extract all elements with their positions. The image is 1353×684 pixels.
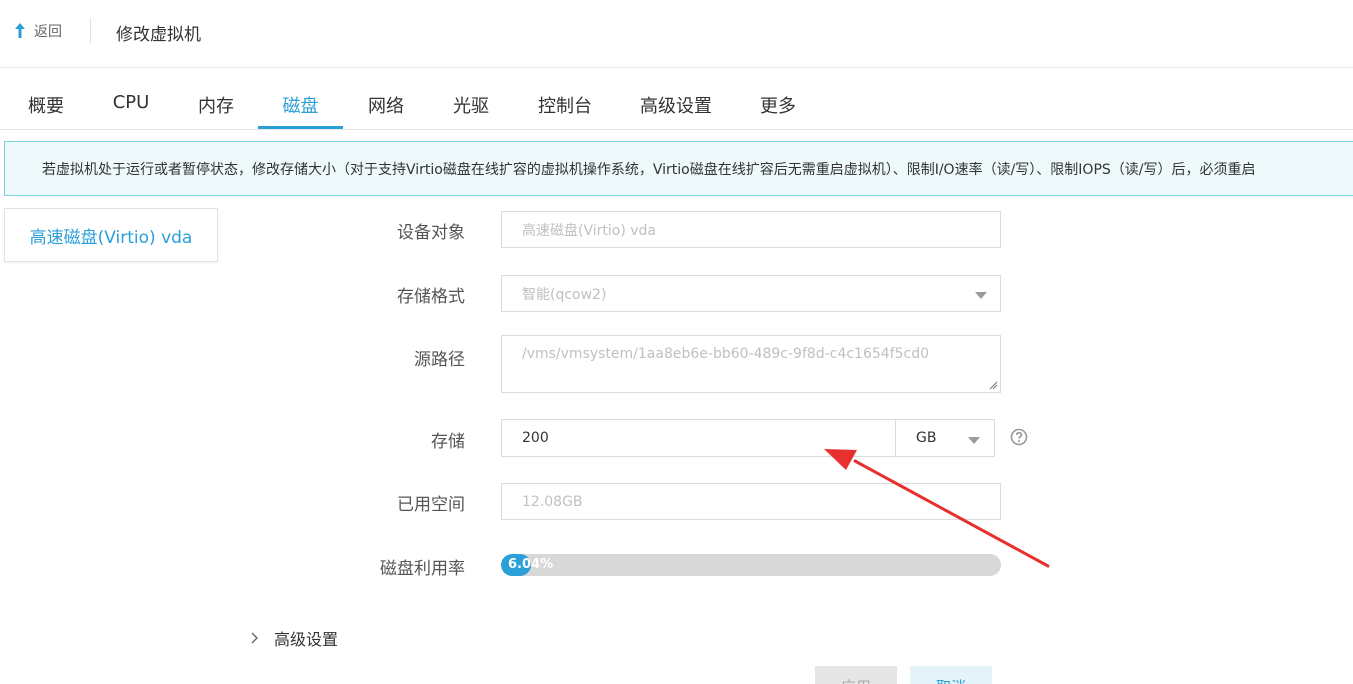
tab-console[interactable]: 控制台 xyxy=(532,92,598,130)
tab-more[interactable]: 更多 xyxy=(754,92,802,130)
tab-advanced[interactable]: 高级设置 xyxy=(634,92,718,130)
used-field: 12.08GB xyxy=(501,483,1001,520)
back-label: 返回 xyxy=(34,24,62,40)
source-textarea: /vms/vmsystem/1aa8eb6e-bb60-489c-9f8d-c4… xyxy=(501,335,1001,393)
arrow-up-back-icon xyxy=(15,23,25,38)
storage-label: 存储 xyxy=(431,432,465,452)
format-label: 存储格式 xyxy=(397,287,465,307)
page-title: 修改虚拟机 xyxy=(116,25,201,45)
usage-label: 磁盘利用率 xyxy=(380,559,465,579)
apply-button[interactable]: 应用 xyxy=(815,666,897,684)
cancel-button[interactable]: 取消 xyxy=(910,666,992,684)
active-tab-indicator xyxy=(258,126,343,129)
question-circle-icon[interactable] xyxy=(1010,428,1028,446)
disk-list-item[interactable]: 高速磁盘(Virtio) vda xyxy=(4,208,218,262)
tab-memory[interactable]: 内存 xyxy=(192,92,240,130)
caret-down-icon xyxy=(975,292,987,299)
tab-network[interactable]: 网络 xyxy=(362,92,410,130)
device-field: 高速磁盘(Virtio) vda xyxy=(501,211,1001,248)
tab-disk[interactable]: 磁盘 xyxy=(258,92,343,130)
chevron-right-icon xyxy=(251,632,258,644)
used-value: 12.08GB xyxy=(522,493,583,510)
header-divider xyxy=(90,18,91,44)
storage-size-input[interactable]: 200 xyxy=(501,419,896,457)
caret-down-icon xyxy=(968,437,980,444)
advanced-settings-label: 高级设置 xyxy=(274,630,339,649)
tab-cpu[interactable]: CPU xyxy=(106,92,156,130)
tab-bar: 概要 CPU 内存 磁盘 网络 光驱 控制台 高级设置 更多 xyxy=(0,68,1353,130)
storage-size-value: 200 xyxy=(522,430,549,446)
tab-overview[interactable]: 概要 xyxy=(22,92,70,130)
notice-text: 若虚拟机处于运行或者暂停状态，修改存储大小（对于支持Virtio磁盘在线扩容的虚… xyxy=(42,162,1256,178)
advanced-settings-toggle[interactable]: 高级设置 xyxy=(250,626,338,650)
device-label: 设备对象 xyxy=(397,223,465,243)
back-link[interactable]: 返回 xyxy=(12,20,62,42)
tab-cdrom[interactable]: 光驱 xyxy=(447,92,495,130)
resize-grip-icon[interactable] xyxy=(988,380,998,390)
format-select: 智能(qcow2) xyxy=(501,275,1001,312)
page-header: 返回 修改虚拟机 xyxy=(0,0,1353,68)
used-label: 已用空间 xyxy=(397,495,465,515)
source-label: 源路径 xyxy=(414,350,465,370)
notice-banner: 若虚拟机处于运行或者暂停状态，修改存储大小（对于支持Virtio磁盘在线扩容的虚… xyxy=(4,141,1353,196)
device-value: 高速磁盘(Virtio) vda xyxy=(522,222,656,239)
storage-unit-select[interactable]: GB xyxy=(895,419,995,457)
usage-progress-bar: 6.04% xyxy=(501,554,1001,576)
format-value: 智能(qcow2) xyxy=(522,286,607,303)
disk-list-item-label: 高速磁盘(Virtio) vda xyxy=(29,227,193,248)
usage-progress-text: 6.04% xyxy=(508,557,554,572)
source-value: /vms/vmsystem/1aa8eb6e-bb60-489c-9f8d-c4… xyxy=(522,346,929,362)
storage-unit-value: GB xyxy=(916,430,937,446)
